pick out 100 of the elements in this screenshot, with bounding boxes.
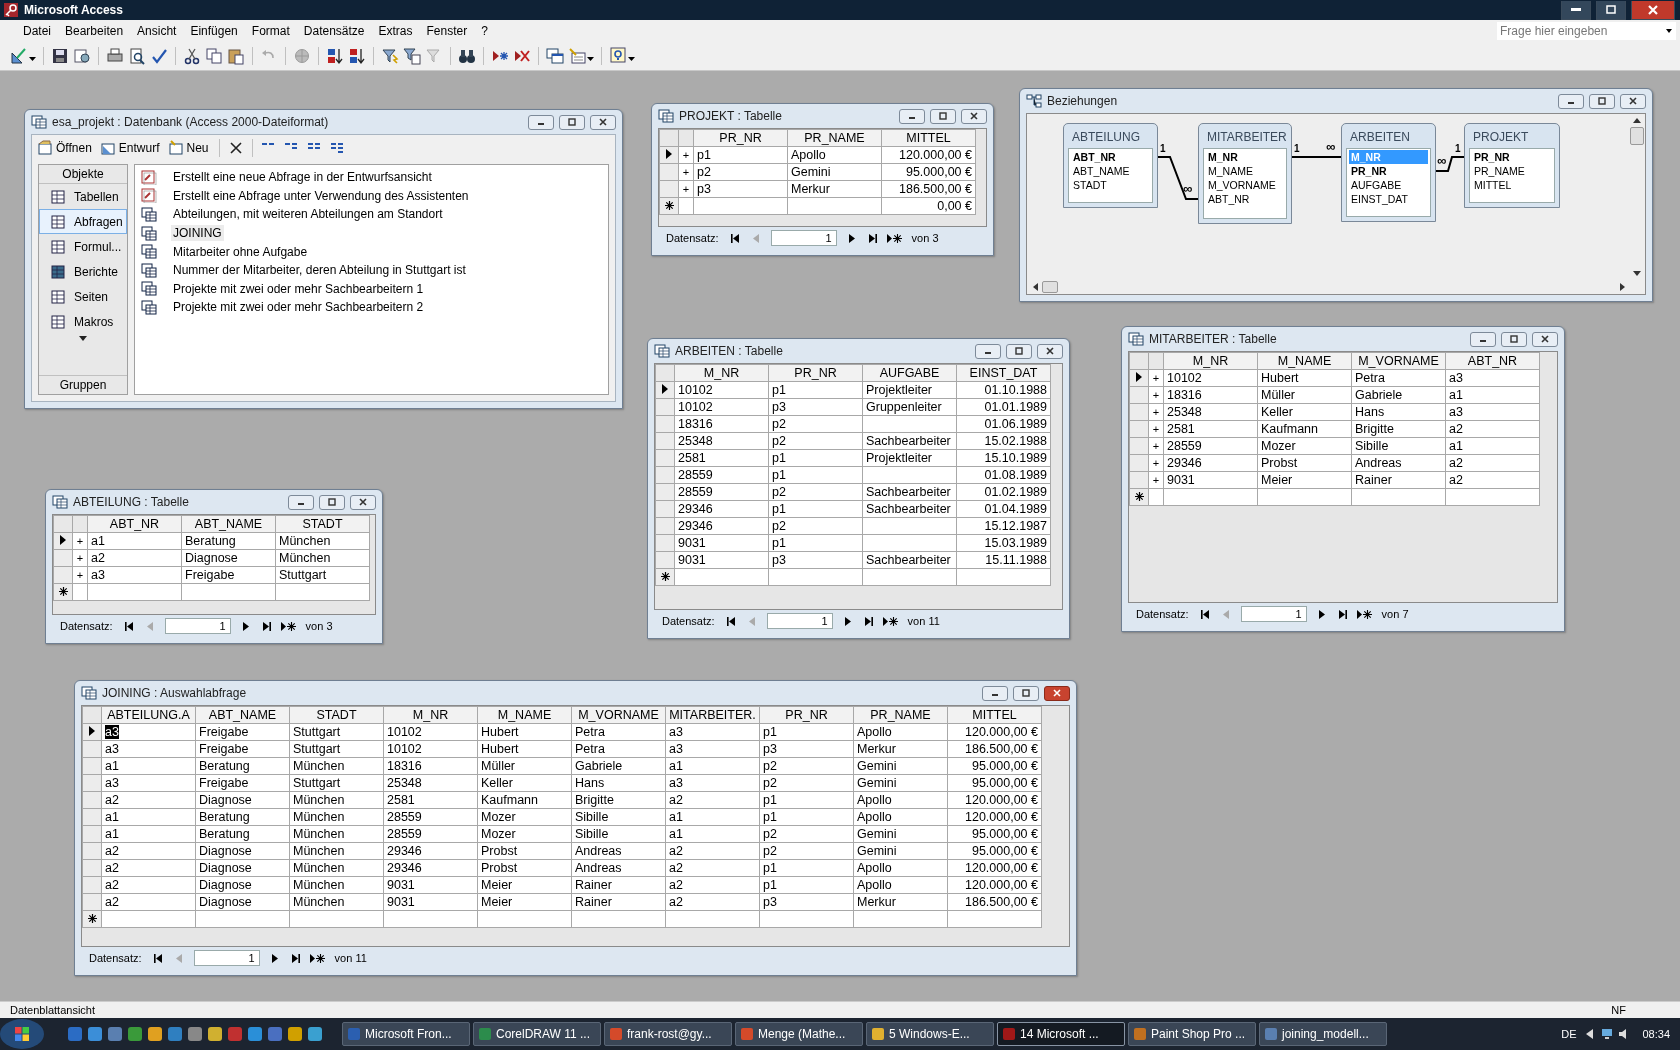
expand-toggle[interactable]: + [1148,454,1164,472]
column-header[interactable]: EINST_DAT [956,364,1051,382]
record-number-field[interactable]: 1 [770,230,837,246]
query-item[interactable]: Projekte mit zwei oder mehr Sachbearbeitern 2 [171,299,426,316]
query-item[interactable]: Projekte mit zwei oder mehr Sachbearbeitern 1 [171,280,426,297]
quick-launch-icon[interactable] [127,1026,143,1042]
maximize-button[interactable] [930,108,956,124]
taskbar-button[interactable]: 5 Windows-E... [866,1022,994,1046]
maximize-button[interactable] [1006,343,1032,359]
expand-toggle[interactable]: + [1148,471,1164,489]
maximize-button[interactable] [559,114,585,130]
quick-launch-icon[interactable] [267,1026,283,1042]
copy-icon[interactable] [205,47,223,65]
clock[interactable]: 08:34 [1642,1028,1670,1040]
print-preview-icon[interactable] [128,47,146,65]
taskbar-button[interactable]: joining_modell... [1259,1022,1387,1046]
record-number-field[interactable]: 1 [193,950,260,966]
column-header[interactable]: PR_NAME [853,706,948,724]
column-header[interactable]: STADT [289,706,384,724]
quick-launch-icon[interactable] [147,1026,163,1042]
table-field-list[interactable]: ARBEITEN M_NR PR_NR AUFGABE EINST_DAT [1341,123,1436,222]
column-header[interactable]: M_NR [1163,352,1258,370]
help-search-field[interactable]: Frage hier eingeben [1497,22,1676,40]
maximize-button[interactable] [319,494,345,510]
start-button[interactable] [0,1019,44,1049]
column-header[interactable]: PR_NR [693,129,788,147]
restore-button[interactable] [1596,0,1626,20]
minimize-button[interactable] [1470,331,1496,347]
field-name[interactable]: PR_NAME [1472,164,1552,178]
field-name[interactable]: ABT_NR [1071,150,1150,164]
maximize-button[interactable] [1013,685,1039,701]
column-header[interactable]: PR_NR [759,706,854,724]
quick-launch-icon[interactable] [87,1026,103,1042]
object-type-item[interactable]: Seiten [39,284,127,309]
column-header[interactable]: MITTEL [947,706,1042,724]
column-header[interactable]: MITTEL [881,129,976,147]
expand-toggle[interactable]: + [1148,403,1164,421]
close-button[interactable] [1044,685,1070,701]
field-name[interactable]: EINST_DAT [1349,192,1428,206]
field-name[interactable]: MITTEL [1472,178,1552,192]
close-button[interactable] [590,114,616,130]
query-item[interactable]: Abteilungen, mit weiteren Abteilungen am Standort [171,206,445,223]
column-header[interactable]: M_NAME [1257,352,1352,370]
binoculars-icon[interactable] [458,47,476,65]
minimize-button[interactable] [1561,0,1591,20]
query-item[interactable]: Nummer der Mitarbeiter, deren Abteilung in Stuttgart ist [171,262,468,279]
language-indicator[interactable]: DE [1561,1028,1577,1040]
expand-toggle[interactable]: + [72,566,88,584]
field-name[interactable]: AUFGABE [1349,178,1428,192]
filter-icon[interactable] [381,47,399,65]
filter-form-icon[interactable] [403,47,421,65]
minimize-button[interactable] [982,685,1008,701]
object-type-item[interactable]: Abfragen [39,209,127,234]
query-item[interactable]: JOINING [171,225,224,242]
sort-descending-icon[interactable] [348,47,366,65]
column-header[interactable]: STADT [275,515,370,533]
column-header[interactable]: PR_NAME [787,129,882,147]
column-header[interactable]: PR_NR [768,364,863,382]
field-name[interactable]: M_NR [1206,150,1284,164]
paste-icon[interactable] [227,47,245,65]
scroll-right-icon[interactable] [1620,283,1625,291]
quick-launch-icon[interactable] [207,1026,223,1042]
expand-toggle[interactable]: + [678,146,694,164]
sort-ascending-icon[interactable] [326,47,344,65]
close-button[interactable] [1631,0,1675,20]
query-item[interactable]: Mitarbeiter ohne Aufgabe [171,243,310,260]
minimize-button[interactable] [975,343,1001,359]
expand-toggle[interactable]: + [1148,437,1164,455]
save-icon[interactable] [51,47,69,65]
expand-toggle[interactable]: + [678,180,694,198]
field-name[interactable]: ABT_NAME [1071,164,1150,178]
print-icon[interactable] [106,47,124,65]
minimize-button[interactable] [528,114,554,130]
object-type-item[interactable]: Formul... [39,234,127,259]
taskbar-button[interactable]: 14 Microsoft ... [997,1022,1125,1046]
record-number-field[interactable]: 1 [1240,606,1307,622]
scroll-thumb[interactable] [1630,127,1644,145]
field-name[interactable]: PR_NR [1472,150,1552,164]
menu-item[interactable]: Datei [16,24,58,38]
spellcheck-icon[interactable] [150,47,168,65]
database-icon[interactable] [73,47,91,65]
taskbar-button[interactable]: Menge (Mathe... [735,1022,863,1046]
taskbar-button[interactable]: frank-rost@gy... [604,1022,732,1046]
query-item[interactable]: Erstellt eine neue Abfrage in der Entwurfsansicht [171,169,434,186]
column-header[interactable]: M_NAME [477,706,572,724]
close-button[interactable] [1620,93,1646,109]
menu-item[interactable]: Datensätze [296,24,372,38]
column-header[interactable]: M_VORNAME [571,706,666,724]
toolbar-button[interactable]: Öffnen [36,140,94,156]
column-header[interactable]: ABT_NR [87,515,182,533]
field-name[interactable]: ABT_NR [1206,192,1284,206]
quick-launch-icon[interactable] [247,1026,263,1042]
field-name[interactable]: M_NAME [1206,164,1284,178]
quick-launch-icon[interactable] [307,1026,323,1042]
column-header[interactable]: MITARBEITER. [665,706,760,724]
quick-launch-icon[interactable] [167,1026,183,1042]
network-icon[interactable] [1600,1027,1615,1041]
column-header[interactable]: ABT_NR [1445,352,1540,370]
details-icon[interactable] [329,141,346,155]
menu-item[interactable]: Fenster [419,24,475,38]
